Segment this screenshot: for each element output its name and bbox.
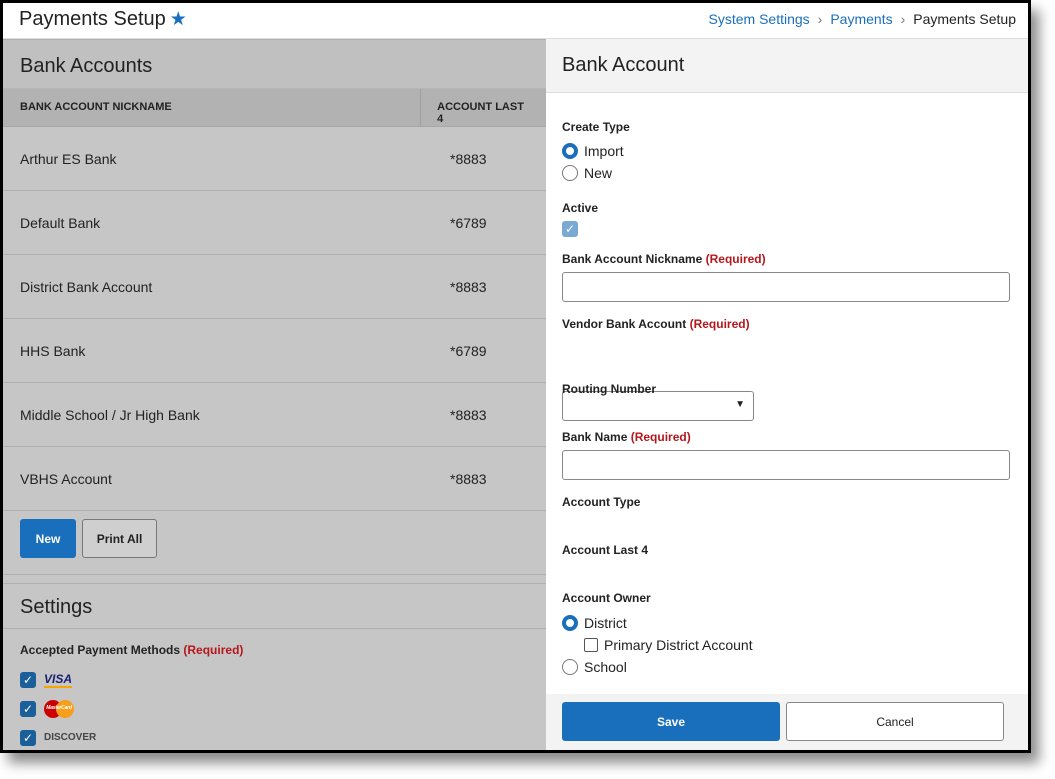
radio-school[interactable]: School	[562, 656, 753, 678]
radio-import[interactable]: Import	[562, 140, 624, 162]
mastercard-logo: MasterCard	[44, 699, 74, 718]
new-button[interactable]: New	[20, 519, 76, 558]
bank-account-detail-panel: Bank Account Create Type Import New Acti…	[546, 39, 1028, 750]
cancel-button[interactable]: Cancel	[786, 702, 1004, 741]
radio-label: Import	[584, 143, 624, 159]
payment-methods: Accepted Payment Methods (Required) ✓ VIS…	[3, 629, 546, 750]
radio-empty-icon	[562, 659, 578, 675]
table-body: Arthur ES Bank *8883 Default Bank *6789 Dist…	[3, 127, 546, 511]
page-title: Payments Setup	[19, 8, 166, 30]
create-type-label: Create Type	[562, 120, 630, 134]
table-row[interactable]: Default Bank *6789	[3, 191, 546, 255]
method-visa: ✓ VISA	[20, 665, 529, 694]
radio-selected-icon	[562, 615, 578, 631]
active-checkbox[interactable]: ✓	[562, 221, 578, 237]
settings-heading: Settings	[3, 583, 546, 629]
checkbox-empty-icon	[584, 638, 598, 652]
detail-footer: Save Cancel	[546, 694, 1028, 750]
table-header: BANK ACCOUNT NICKNAME ACCOUNT LAST 4	[3, 89, 546, 127]
discover-logo: DISCOVER	[44, 732, 97, 743]
required-marker: (Required)	[630, 430, 691, 444]
nickname-input[interactable]	[562, 272, 1010, 302]
breadcrumb-current: Payments Setup	[913, 11, 1016, 27]
primary-district-checkbox[interactable]: Primary District Account	[584, 634, 753, 656]
column-last4[interactable]: ACCOUNT LAST 4	[421, 89, 546, 126]
chevron-right-icon: ›	[817, 11, 823, 27]
bank-name-label: Bank Name (Required)	[562, 430, 691, 444]
table-row[interactable]: Arthur ES Bank *8883	[3, 127, 546, 191]
column-nickname[interactable]: BANK ACCOUNT NICKNAME	[3, 89, 422, 126]
nickname-cell: HHS Bank	[20, 342, 86, 359]
last4-cell: *6789	[450, 342, 487, 359]
radio-label: District	[584, 615, 627, 631]
window: Payments Setup ★ System Settings › Payments…	[0, 0, 1031, 753]
breadcrumb-system-settings[interactable]: System Settings	[709, 11, 810, 27]
account-last4-label: Account Last 4	[562, 543, 649, 557]
method-mastercard: ✓ MasterCard	[20, 694, 529, 723]
label-text: Bank Account Nickname	[562, 252, 703, 266]
account-type-label: Account Type	[562, 495, 641, 509]
nickname-cell: VBHS Account	[20, 470, 112, 487]
dropdown-arrow-icon: ▼	[735, 399, 745, 410]
required-marker: (Required)	[689, 317, 750, 331]
breadcrumb-payments[interactable]: Payments	[830, 11, 892, 27]
label-text: Vendor Bank Account	[562, 317, 687, 331]
table-row[interactable]: VBHS Account *8883	[3, 447, 546, 511]
table-row[interactable]: District Bank Account *8883	[3, 255, 546, 319]
radio-empty-icon	[562, 165, 578, 181]
radio-selected-icon	[562, 143, 578, 159]
method-discover: ✓ DISCOVER	[20, 723, 529, 750]
create-type-group: Import New	[562, 140, 624, 184]
label-text: Bank Name	[562, 430, 628, 444]
account-owner-group: District Primary District Account School	[562, 612, 753, 678]
bank-name-input[interactable]	[562, 450, 1010, 480]
save-button[interactable]: Save	[562, 702, 780, 741]
top-bar: Payments Setup ★ System Settings › Payments…	[3, 3, 1028, 39]
nickname-cell: District Bank Account	[20, 278, 153, 295]
account-owner-label: Account Owner	[562, 591, 651, 605]
active-label: Active	[562, 201, 599, 215]
last4-cell: *8883	[450, 406, 487, 423]
print-all-button[interactable]: Print All	[82, 519, 157, 558]
mastercard-checkbox[interactable]: ✓	[20, 700, 36, 717]
table-actions: New Print All	[3, 511, 546, 575]
bank-accounts-heading: Bank Accounts	[3, 39, 546, 89]
star-icon[interactable]: ★	[170, 9, 187, 30]
last4-cell: *6789	[450, 214, 487, 231]
visa-checkbox[interactable]: ✓	[20, 671, 36, 688]
radio-label: New	[584, 165, 613, 181]
last4-cell: *8883	[450, 278, 487, 295]
chevron-right-icon: ›	[900, 11, 906, 27]
nickname-cell: Arthur ES Bank	[20, 150, 117, 167]
visa-logo: VISA	[44, 671, 73, 688]
table-row[interactable]: Middle School / Jr High Bank *8883	[3, 383, 546, 447]
table-row[interactable]: HHS Bank *6789	[3, 319, 546, 383]
checkbox-label: Primary District Account	[604, 637, 753, 653]
page-title-wrap: Payments Setup ★	[19, 8, 187, 31]
radio-label: School	[584, 659, 627, 675]
nickname-cell: Middle School / Jr High Bank	[20, 406, 200, 423]
payment-methods-label: Accepted Payment Methods (Required)	[20, 643, 529, 657]
detail-title: Bank Account	[546, 39, 1028, 93]
radio-new[interactable]: New	[562, 162, 624, 184]
radio-district[interactable]: District	[562, 612, 753, 634]
last4-cell: *8883	[450, 150, 487, 167]
required-marker: (Required)	[705, 252, 766, 266]
last4-cell: *8883	[450, 470, 487, 487]
breadcrumb: System Settings › Payments › Payments Setup	[709, 11, 1016, 27]
label-text: Accepted Payment Methods	[20, 643, 181, 657]
nickname-label: Bank Account Nickname (Required)	[562, 252, 766, 266]
discover-checkbox[interactable]: ✓	[20, 729, 36, 746]
bank-accounts-panel: Bank Accounts BANK ACCOUNT NICKNAME ACCO…	[3, 39, 546, 750]
vendor-label: Vendor Bank Account (Required)	[562, 317, 750, 331]
mastercard-logo-text: MasterCard	[46, 704, 72, 711]
required-marker: (Required)	[183, 643, 244, 657]
routing-label: Routing Number	[562, 382, 656, 396]
nickname-cell: Default Bank	[20, 214, 101, 231]
